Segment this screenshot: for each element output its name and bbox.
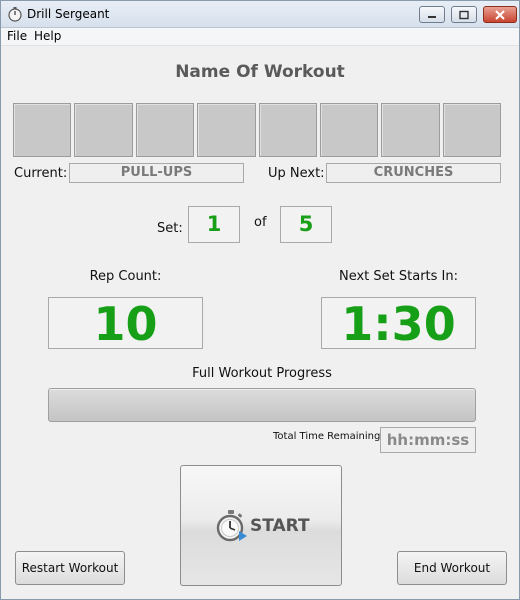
time-remaining-label: Total Time Remaining: [273,431,384,442]
start-button-label: START [250,516,310,536]
next-exercise-label: Up Next: [268,166,325,181]
rep-count-display: 10 [48,297,203,350]
window-title: Drill Sergeant [27,7,110,21]
current-set-value: 1 [188,206,240,243]
set-of-label: of [254,215,267,230]
rep-count-label: Rep Count: [89,269,162,284]
menu-bar: File Help [1,28,519,46]
current-exercise-field: PULL-UPS [69,163,244,183]
step-box [442,103,501,157]
maximize-icon [459,10,469,19]
step-box [319,103,379,157]
title-bar: Drill Sergeant [1,1,519,28]
start-button[interactable]: START [180,465,342,586]
minimize-button[interactable] [419,6,445,23]
workout-progress-label: Full Workout Progress [192,366,332,381]
time-remaining-display: hh:mm:ss [380,427,476,453]
set-label: Set: [157,221,183,236]
total-sets-value: 5 [280,206,332,243]
app-window: Drill Sergeant File Help Name Of Workout… [0,0,520,600]
stopwatch-icon [216,510,247,542]
restart-workout-button[interactable]: Restart Workout [15,551,125,585]
end-workout-button[interactable]: End Workout [397,551,507,585]
main-panel: Name Of Workout Current: PULL-UPS Up Nex… [1,46,519,599]
minimize-icon [428,15,436,18]
next-set-timer-display: 1:30 [321,297,476,350]
next-set-timer-label: Next Set Starts In: [338,269,458,284]
stopwatch-icon [8,7,22,22]
step-box [197,103,256,157]
menu-help[interactable]: Help [34,29,61,43]
step-box [381,103,440,157]
current-exercise-label: Current: [14,166,68,181]
close-button[interactable] [483,6,517,23]
step-box [258,103,317,157]
menu-file[interactable]: File [7,29,27,43]
maximize-button[interactable] [451,6,477,23]
next-exercise-field: CRUNCHES [326,163,501,183]
workout-step-strip [13,103,501,157]
close-icon [495,9,505,20]
step-box [13,103,72,157]
workout-name: Name Of Workout [175,62,345,82]
step-box [135,103,195,157]
step-box [74,103,133,157]
workout-progress-bar [48,388,476,422]
